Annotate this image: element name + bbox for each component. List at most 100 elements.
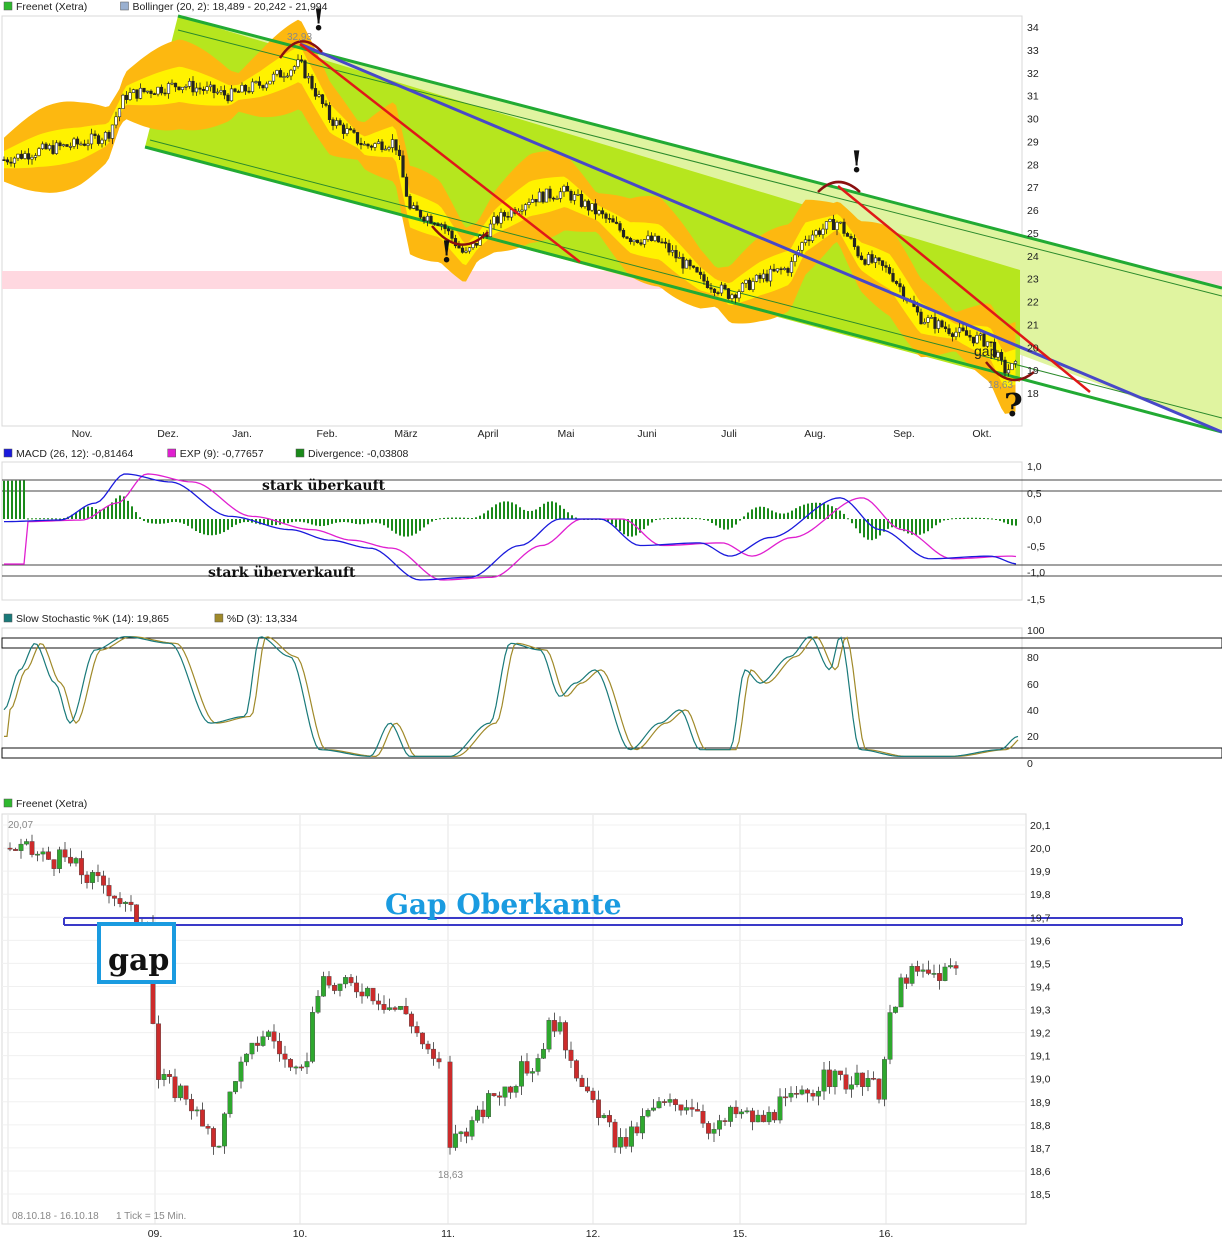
main-candle xyxy=(926,317,930,323)
exclamation-2: ! xyxy=(440,235,453,270)
intraday-candle xyxy=(453,1133,458,1148)
main-candle xyxy=(1010,363,1014,371)
divergence-bar xyxy=(371,519,373,523)
divergence-bar xyxy=(151,519,153,524)
main-candle xyxy=(716,292,720,294)
divergence-bar xyxy=(623,519,625,535)
intraday-y-tick: 19,2 xyxy=(1030,1028,1051,1040)
main-candle xyxy=(191,80,195,93)
intraday-candle xyxy=(101,875,106,886)
stoch-y-tick: 40 xyxy=(1027,705,1039,717)
intraday-x-tick: 09. xyxy=(148,1228,163,1240)
main-candle xyxy=(576,194,580,196)
divergence-bar xyxy=(535,509,537,519)
divergence-bar xyxy=(671,517,673,519)
main-candle xyxy=(250,81,255,93)
divergence-bar xyxy=(339,519,341,523)
intraday-candle xyxy=(332,985,337,991)
divergence-bar xyxy=(307,519,309,524)
intraday-candle xyxy=(942,966,948,981)
main-candle xyxy=(121,94,125,109)
main-x-tick: Sep. xyxy=(893,428,915,440)
main-candle xyxy=(933,317,937,329)
intraday-candle xyxy=(931,973,937,975)
main-candle xyxy=(268,80,272,85)
main-candle xyxy=(65,144,69,147)
main-candle xyxy=(355,132,360,144)
main-candle xyxy=(173,82,178,88)
main-candle xyxy=(334,120,339,126)
intraday-candle xyxy=(711,1129,717,1134)
stoch-y-tick: 60 xyxy=(1027,679,1039,691)
intraday-candle xyxy=(530,1071,535,1074)
intraday-candle xyxy=(304,1061,310,1068)
divergence-bar xyxy=(43,518,45,520)
intraday-y-tick: 19,1 xyxy=(1030,1051,1051,1063)
main-candle xyxy=(187,80,192,87)
intraday-candle xyxy=(843,1074,849,1090)
main-candle xyxy=(411,205,416,209)
main-candle xyxy=(842,221,846,234)
divergence-bar xyxy=(459,517,461,519)
main-candle xyxy=(180,86,185,90)
main-candle xyxy=(362,143,367,146)
main-x-tick: Juni xyxy=(637,428,656,440)
divergence-bar xyxy=(815,502,817,519)
intraday-candle xyxy=(838,1070,843,1075)
divergence-bar xyxy=(843,513,845,519)
main-candle xyxy=(72,138,76,147)
divergence-bar xyxy=(27,518,29,520)
divergence-bar xyxy=(343,519,345,523)
main-y-tick: 28 xyxy=(1027,159,1039,171)
divergence-bar xyxy=(295,519,297,522)
oversold-label: stark überverkauft xyxy=(208,565,356,581)
divergence-bar xyxy=(799,506,801,519)
intraday-legend-label-0: Freenet (Xetra) xyxy=(16,798,87,810)
divergence-bar xyxy=(47,518,49,520)
main-candle xyxy=(208,84,213,88)
main-x-tick: Juli xyxy=(721,428,737,440)
main-candle xyxy=(415,205,419,211)
macd-legend-label-0: MACD (26, 12): -0,81464 xyxy=(16,448,133,460)
divergence-bar xyxy=(11,480,13,519)
intraday-candle xyxy=(640,1115,645,1134)
main-candle xyxy=(345,128,349,134)
divergence-bar xyxy=(667,517,669,519)
divergence-bar xyxy=(331,519,333,524)
main-candle xyxy=(492,216,496,225)
main-candle xyxy=(75,138,80,145)
main-candle xyxy=(247,90,251,93)
main-candle xyxy=(691,265,696,268)
main-candle xyxy=(310,76,314,89)
main-candle xyxy=(852,238,857,247)
intraday-candle xyxy=(343,977,348,985)
intraday-candle xyxy=(629,1126,634,1147)
intraday-candle xyxy=(761,1114,766,1123)
main-candle xyxy=(387,147,391,150)
main-candle xyxy=(460,247,465,253)
main-candle xyxy=(226,94,230,102)
divergence-bar xyxy=(507,501,509,519)
intraday-candle xyxy=(321,976,326,997)
divergence-bar xyxy=(691,517,693,519)
main-candle xyxy=(674,249,678,259)
divergence-bar xyxy=(55,518,57,520)
main-candle xyxy=(446,228,451,232)
main-candle xyxy=(1013,361,1018,364)
main-candle xyxy=(383,148,388,151)
intraday-y-tick: 19,4 xyxy=(1030,981,1051,993)
main-candle xyxy=(978,333,983,336)
main-x-tick: Aug. xyxy=(804,428,826,440)
main-y-tick: 25 xyxy=(1027,228,1039,240)
divergence-bar xyxy=(451,517,453,519)
divergence-bar xyxy=(515,504,517,519)
gap-label-small: gap xyxy=(974,343,998,359)
divergence-bar xyxy=(115,498,117,519)
divergence-bar xyxy=(23,480,25,519)
main-candle xyxy=(408,196,412,209)
intraday-candle xyxy=(84,874,90,883)
intraday-candle xyxy=(392,1007,398,1010)
divergence-bar xyxy=(303,519,305,523)
intraday-candle xyxy=(601,1115,607,1118)
divergence-bar xyxy=(739,519,741,521)
